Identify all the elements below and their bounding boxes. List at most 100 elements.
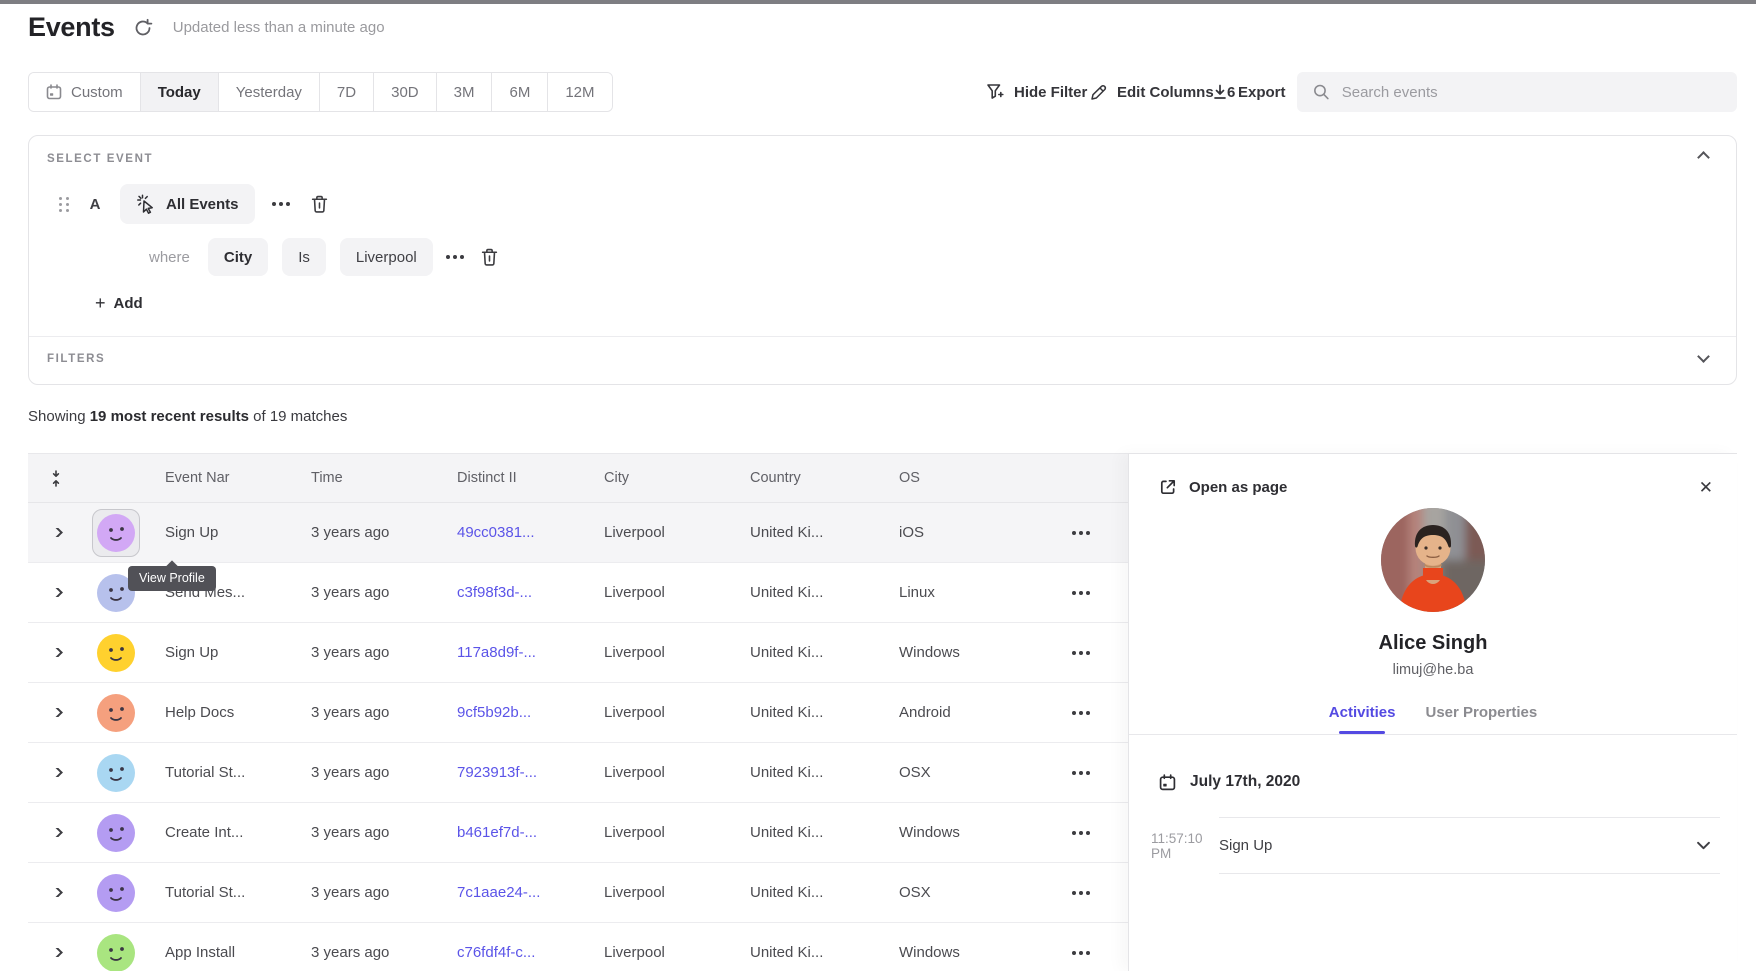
face-icon — [97, 814, 135, 852]
tab-label: 3M — [454, 84, 475, 101]
event-selector-label: All Events — [166, 196, 239, 213]
table-row[interactable]: App Install 3 years ago c76fdf4f-c... Li… — [28, 923, 1128, 971]
row-more-button[interactable] — [1073, 583, 1089, 603]
hide-filter-label: Hide Filter — [1014, 84, 1087, 101]
row-more-button[interactable] — [1073, 643, 1089, 663]
country-cell: United Ki... — [733, 704, 882, 721]
tab-30d[interactable]: 30D — [374, 73, 437, 111]
expand-row-button[interactable] — [28, 888, 84, 897]
table-row[interactable]: Sign Up 3 years ago 49cc0381... Liverpoo… — [28, 503, 1128, 563]
table-row[interactable]: Tutorial St... 3 years ago 7c1aae24-... … — [28, 863, 1128, 923]
tab-yesterday[interactable]: Yesterday — [219, 73, 320, 111]
header-event-name[interactable]: Event Nar — [148, 470, 294, 486]
expand-row-button[interactable] — [28, 768, 84, 777]
condition-delete-button[interactable] — [477, 244, 502, 270]
table-row[interactable]: Sign Up 3 years ago 117a8d9f-... Liverpo… — [28, 623, 1128, 683]
chevron-right-icon — [50, 708, 63, 717]
expand-row-button[interactable] — [28, 648, 84, 657]
calendar-icon — [1159, 774, 1176, 791]
chevron-right-icon — [50, 768, 63, 777]
tab-7d[interactable]: 7D — [320, 73, 374, 111]
event-delete-button[interactable] — [307, 191, 332, 217]
close-panel-button[interactable]: ✕ — [1699, 479, 1713, 496]
header-distinct-id[interactable]: Distinct II — [440, 470, 587, 486]
trash-icon — [311, 195, 328, 213]
condition-more-button[interactable] — [447, 247, 463, 267]
ellipsis-icon — [1079, 651, 1083, 655]
refresh-button[interactable] — [133, 17, 155, 39]
open-as-page-button[interactable]: Open as page — [1159, 478, 1287, 496]
row-more-button[interactable] — [1073, 523, 1089, 543]
tab-custom[interactable]: Custom — [29, 73, 141, 111]
avatar[interactable] — [97, 634, 135, 672]
operator-chip[interactable]: Is — [282, 238, 326, 276]
expand-row-button[interactable] — [28, 948, 84, 957]
expand-row-button[interactable] — [28, 528, 84, 537]
search-events-input[interactable] — [1342, 84, 1721, 101]
avatar[interactable] — [97, 754, 135, 792]
hide-filter-button[interactable]: Hide Filter — [986, 72, 1087, 112]
property-chip[interactable]: City — [208, 238, 268, 276]
tab-today[interactable]: Today — [141, 73, 219, 111]
tab-activities[interactable]: Activities — [1329, 704, 1396, 734]
os-cell: iOS — [882, 524, 1033, 541]
table-row[interactable]: Help Docs 3 years ago 9cf5b92b... Liverp… — [28, 683, 1128, 743]
distinct-id-link[interactable]: 117a8d9f-... — [457, 644, 536, 661]
activity-time: 11:57:10 PM — [1151, 831, 1219, 861]
tab-6m[interactable]: 6M — [492, 73, 548, 111]
add-event-button[interactable]: + Add — [95, 294, 143, 312]
expand-filters-button[interactable] — [1693, 343, 1714, 370]
header-country[interactable]: Country — [733, 470, 882, 486]
tab-3m[interactable]: 3M — [437, 73, 493, 111]
avatar[interactable] — [97, 514, 135, 552]
row-more-button[interactable] — [1073, 703, 1089, 723]
activity-event-dropdown[interactable]: Sign Up — [1219, 817, 1720, 874]
distinct-id-link[interactable]: 7923913f-... — [457, 764, 537, 781]
profile-photo — [1381, 508, 1485, 612]
event-name-cell: Tutorial St... — [148, 764, 294, 781]
header-city[interactable]: City — [587, 470, 733, 486]
avatar[interactable] — [97, 814, 135, 852]
ellipsis-icon — [1079, 591, 1083, 595]
header-os[interactable]: OS — [882, 470, 1033, 486]
time-cell: 3 years ago — [294, 644, 440, 661]
distinct-id-link[interactable]: 9cf5b92b... — [457, 704, 531, 721]
value-chip[interactable]: Liverpool — [340, 238, 433, 276]
tab-user-properties[interactable]: User Properties — [1425, 704, 1537, 734]
city-cell: Liverpool — [587, 884, 733, 901]
expand-row-button[interactable] — [28, 828, 84, 837]
chevron-right-icon — [50, 588, 63, 597]
export-button[interactable]: Export — [1212, 72, 1286, 112]
event-more-button[interactable] — [273, 194, 289, 214]
city-cell: Liverpool — [587, 704, 733, 721]
tab-12m[interactable]: 12M — [548, 73, 611, 111]
row-more-button[interactable] — [1073, 823, 1089, 843]
avatar[interactable] — [97, 694, 135, 732]
distinct-id-link[interactable]: 49cc0381... — [457, 524, 535, 541]
row-more-button[interactable] — [1073, 763, 1089, 783]
chevron-right-icon — [50, 948, 63, 957]
drag-handle-icon[interactable] — [59, 197, 70, 212]
distinct-id-link[interactable]: b461ef7d-... — [457, 824, 537, 841]
row-more-button[interactable] — [1073, 943, 1089, 963]
row-more-button[interactable] — [1073, 883, 1089, 903]
avatar[interactable] — [97, 934, 135, 971]
distinct-id-link[interactable]: c76fdf4f-c... — [457, 944, 535, 961]
event-selector-button[interactable]: All Events — [120, 184, 255, 224]
country-cell: United Ki... — [733, 524, 882, 541]
table-row[interactable]: Create Int... 3 years ago b461ef7d-... L… — [28, 803, 1128, 863]
distinct-id-link[interactable]: c3f98f3d-... — [457, 584, 532, 601]
results-suffix: of 19 matches — [249, 408, 347, 425]
distinct-id-link[interactable]: 7c1aae24-... — [457, 884, 540, 901]
collapse-section-button[interactable] — [1693, 144, 1714, 171]
collapse-rows-icon[interactable] — [28, 470, 84, 487]
avatar[interactable] — [97, 874, 135, 912]
header-time[interactable]: Time — [294, 470, 440, 486]
os-cell: Linux — [882, 584, 1033, 601]
time-cell: 3 years ago — [294, 764, 440, 781]
expand-row-button[interactable] — [28, 588, 84, 597]
os-cell: Android — [882, 704, 1033, 721]
expand-row-button[interactable] — [28, 708, 84, 717]
table-row[interactable]: Tutorial St... 3 years ago 7923913f-... … — [28, 743, 1128, 803]
ellipsis-icon — [1079, 831, 1083, 835]
